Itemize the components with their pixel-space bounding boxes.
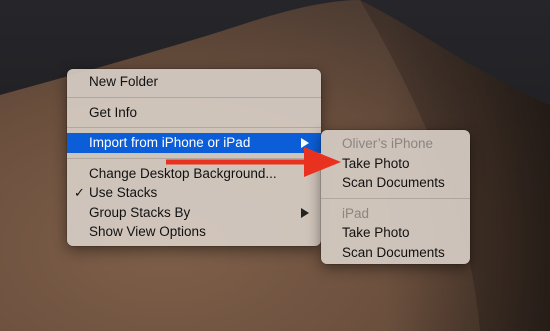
menu-separator: [67, 96, 321, 98]
menu-separator: [67, 127, 321, 128]
submenu-item-scan-documents[interactable]: Scan Documents: [321, 243, 470, 263]
import-submenu: Oliver’s iPhone Take Photo Scan Document…: [321, 130, 470, 264]
menu-item-group-stacks-by[interactable]: Group Stacks By: [67, 203, 321, 223]
menu-item-label: Take Photo: [342, 225, 410, 240]
menu-item-label: Use Stacks: [89, 185, 158, 200]
checkmark-icon: ✓: [74, 185, 85, 200]
desktop-context-menu: New Folder Get Info Import from iPhone o…: [67, 69, 321, 246]
submenu-item-scan-documents[interactable]: Scan Documents: [321, 173, 470, 193]
menu-item-label: Change Desktop Background...: [89, 165, 277, 181]
menu-item-label: Get Info: [89, 104, 138, 120]
menu-item-label: Show View Options: [89, 224, 206, 239]
desktop[interactable]: New Folder Get Info Import from iPhone o…: [0, 0, 550, 331]
menu-item-show-view-options[interactable]: Show View Options: [67, 222, 321, 242]
menu-item-get-info[interactable]: Get Info: [67, 103, 321, 123]
menu-item-use-stacks[interactable]: ✓ Use Stacks: [67, 183, 321, 203]
menu-item-change-desktop-background[interactable]: Change Desktop Background...: [67, 164, 321, 184]
device-name-label: iPad: [342, 205, 370, 221]
menu-item-import-from-iphone-or-ipad[interactable]: Import from iPhone or iPad: [67, 133, 321, 153]
menu-item-label: Group Stacks By: [89, 204, 191, 220]
menu-item-label: Scan Documents: [342, 175, 445, 190]
menu-item-label: New Folder: [89, 74, 159, 89]
submenu-arrow-icon: [301, 138, 309, 148]
submenu-item-take-photo[interactable]: Take Photo: [321, 223, 470, 243]
menu-item-new-folder[interactable]: New Folder: [67, 72, 321, 92]
menu-separator: [321, 197, 470, 199]
submenu-header-device: iPad: [321, 204, 470, 224]
menu-item-label: Scan Documents: [342, 244, 445, 260]
submenu-arrow-icon: [301, 207, 309, 218]
menu-separator: [67, 157, 321, 159]
menu-item-label: Import from iPhone or iPad: [89, 135, 251, 150]
submenu-item-take-photo[interactable]: Take Photo: [321, 154, 470, 174]
submenu-header-device: Oliver’s iPhone: [321, 134, 470, 154]
device-name-label: Oliver’s iPhone: [342, 136, 434, 151]
menu-item-label: Take Photo: [342, 155, 410, 171]
